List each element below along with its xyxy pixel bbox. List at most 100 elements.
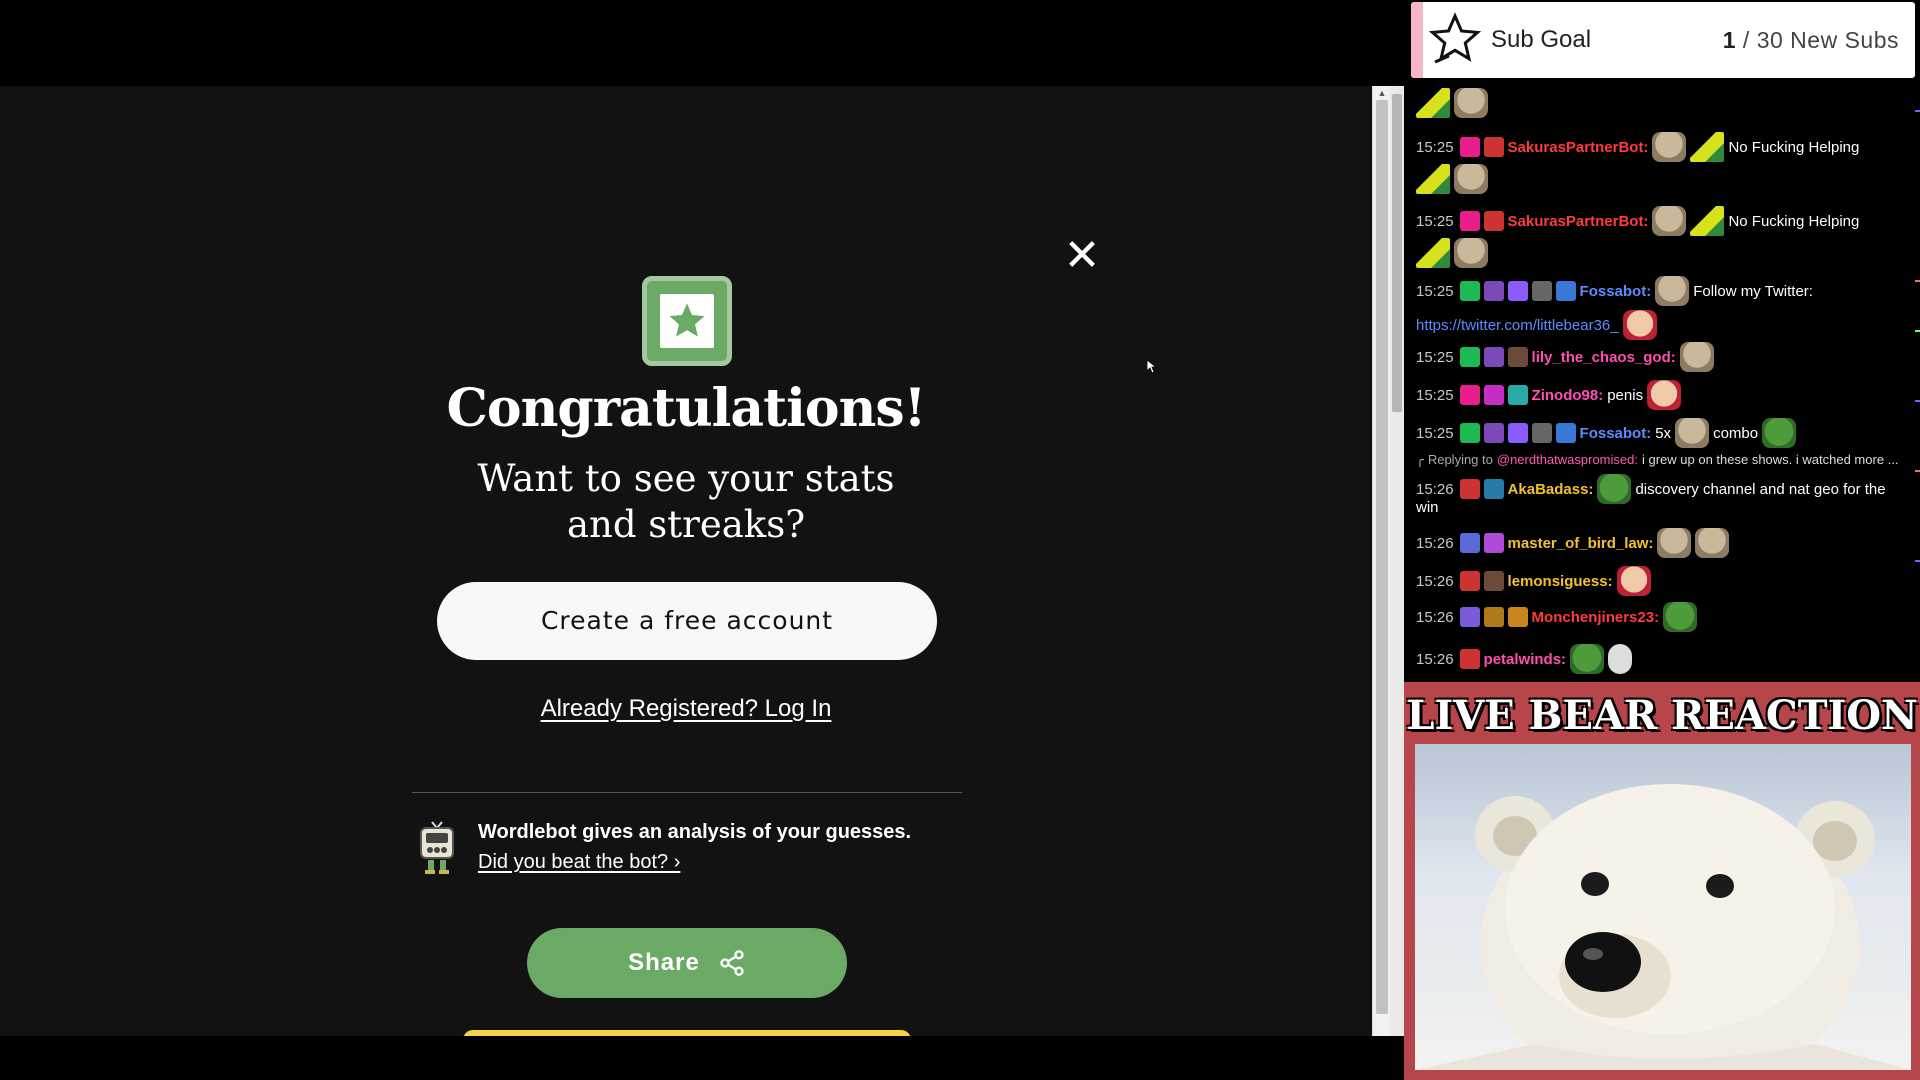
emote-icon <box>1762 418 1797 448</box>
message-timestamp: 15:25 <box>1416 138 1454 156</box>
sub-goal-label: Sub Goal <box>1491 26 1592 53</box>
chat-username[interactable]: SakurasPartnerBot: <box>1508 212 1649 231</box>
twitter-link[interactable]: https://twitter.com/littlebear36_ <box>1416 316 1619 335</box>
close-icon[interactable]: ✕ <box>1060 234 1104 278</box>
emote-icon <box>1570 644 1605 674</box>
message-text: No Fucking Helping <box>1728 138 1860 156</box>
badge-icon <box>1483 533 1504 553</box>
sub-goal-widget: Sub Goal 1 / 30 New Subs <box>1411 2 1915 78</box>
badge-icon <box>1507 607 1528 627</box>
chat-username[interactable]: lemonsiguess: <box>1508 572 1613 591</box>
wordle-modal: ✕ Congratulations! Want to see your stat… <box>0 86 1372 1036</box>
gift-badge-icon <box>1507 385 1528 405</box>
wordlebot-robot-icon <box>420 821 454 874</box>
share-label: Share <box>628 949 700 976</box>
chat-message: 15:25 Fossabot: 5x combo <box>1416 418 1916 448</box>
chat-panel: 15:25 SakurasPartnerBot: No Fucking Help… <box>1404 84 1920 682</box>
chat-username[interactable]: AkaBadass: <box>1508 480 1594 499</box>
scroll-up-arrow-icon[interactable]: ▲ <box>1376 88 1388 98</box>
modal-scrollbar[interactable]: ▲ <box>1372 86 1390 1036</box>
reply-prefix: Replying to <box>1427 452 1493 467</box>
emote-icon <box>1675 418 1710 448</box>
chat-message: 15:25 Fossabot: Follow my Twitter: <box>1416 276 1916 306</box>
chat-message: 15:26 master_of_bird_law: <box>1416 528 1916 558</box>
gear-badge-icon <box>1531 281 1552 301</box>
verified-badge-icon <box>1507 281 1528 301</box>
badge-icon <box>1483 479 1504 499</box>
emote-icon <box>1416 164 1450 194</box>
badge-icon <box>1555 423 1576 443</box>
reply-arrow-icon: ╭ <box>1416 452 1424 467</box>
message-text: combo <box>1713 424 1759 442</box>
sub-badge-icon <box>1459 211 1480 231</box>
message-timestamp: 15:25 <box>1416 348 1454 366</box>
badge-icon <box>1483 423 1504 443</box>
chat-username[interactable]: Fossabot: <box>1580 282 1652 301</box>
message-timestamp: 15:26 <box>1416 480 1454 498</box>
message-text: No Fucking Helping <box>1728 212 1860 230</box>
emote-icon <box>1652 206 1687 236</box>
chat-message: 15:26 lemonsiguess: <box>1416 566 1916 596</box>
chat-username[interactable]: Zinodo98: <box>1532 386 1604 405</box>
emote-icon <box>1608 644 1633 674</box>
bot-badge-icon <box>1483 137 1504 157</box>
mod-sword-badge-icon <box>1459 281 1480 301</box>
chat-username[interactable]: Monchenjiners23: <box>1532 608 1660 627</box>
emote-icon <box>1655 276 1690 306</box>
chat-message: 15:25 SakurasPartnerBot: No Fucking Help… <box>1416 206 1916 236</box>
bottom-bar <box>0 1036 1404 1080</box>
chat-username[interactable]: master_of_bird_law: <box>1508 534 1654 553</box>
chat-username[interactable]: lily_the_chaos_god: <box>1532 348 1676 367</box>
sub-goal-accent <box>1411 2 1423 78</box>
message-text: discovery channel and nat geo for the <box>1635 480 1886 498</box>
mod-sword-badge-icon <box>1459 423 1480 443</box>
badge-icon <box>1459 479 1480 499</box>
reply-text: i grew up on these shows. i watched more… <box>1641 452 1899 467</box>
modal-subtitle: Want to see your stats and streaks? <box>0 456 1372 548</box>
message-timestamp: 15:25 <box>1416 282 1454 300</box>
reply-mention[interactable]: @nerdthatwaspromised: <box>1497 450 1638 469</box>
message-timestamp: 15:25 <box>1416 386 1454 404</box>
chat-username[interactable]: SakurasPartnerBot: <box>1508 138 1649 157</box>
edge-markers <box>1915 110 1920 562</box>
chat-emote-row <box>1416 238 1916 268</box>
emote-icon <box>1652 132 1687 162</box>
emote-icon <box>1679 342 1714 372</box>
reply-context: ╭ Replying to @nerdthatwaspromised: i gr… <box>1416 450 1916 469</box>
badge-icon <box>1459 571 1480 591</box>
emote-icon <box>1663 602 1698 632</box>
badge-icon <box>1459 607 1480 627</box>
emote-icon <box>1416 238 1450 268</box>
scrollbar-thumb[interactable] <box>1376 100 1388 1014</box>
sub-goal-count: 1 / 30 New Subs <box>1723 2 1899 78</box>
bear-reaction-panel: LIVE BEAR REACTION <box>1404 682 1920 1080</box>
chat-username[interactable]: petalwinds: <box>1484 650 1567 669</box>
chat-message: 15:25 SakurasPartnerBot: No Fucking Help… <box>1416 132 1916 162</box>
emote-icon <box>1657 528 1692 558</box>
emote-icon <box>1690 132 1725 162</box>
star-icon <box>1428 12 1482 64</box>
share-button[interactable]: Share <box>527 928 847 998</box>
badge-icon <box>1483 385 1504 405</box>
page-scrollbar-thumb[interactable] <box>1392 94 1402 412</box>
chat-emote-row <box>1416 164 1916 194</box>
subtitle-line-2: and streaks? <box>566 503 806 546</box>
message-timestamp: 15:26 <box>1416 608 1454 626</box>
create-account-button[interactable]: Create a free account <box>437 582 937 660</box>
login-link-text[interactable]: Already Registered? Log In <box>541 695 832 722</box>
message-text: Follow my Twitter: <box>1693 282 1813 300</box>
badge-icon <box>1483 571 1504 591</box>
chat-message: 15:26 Monchenjiners23: <box>1416 602 1916 632</box>
emote-icon <box>1454 238 1488 268</box>
sub-goal-target: / 30 New Subs <box>1736 27 1899 53</box>
message-timestamp: 15:25 <box>1416 424 1454 442</box>
badge-icon <box>1555 281 1576 301</box>
wordlebot-link[interactable]: Did you beat the bot? › <box>478 848 680 877</box>
emote-icon <box>1616 566 1651 596</box>
chat-message: 15:26 petalwinds: <box>1416 644 1916 674</box>
subtitle-line-1: Want to see your stats <box>477 457 895 500</box>
gear-badge-icon <box>1531 423 1552 443</box>
page-scrollbar[interactable] <box>1390 86 1404 1036</box>
chat-message: 15:25 Zinodo98: penis <box>1416 380 1916 410</box>
chat-username[interactable]: Fossabot: <box>1580 424 1652 443</box>
